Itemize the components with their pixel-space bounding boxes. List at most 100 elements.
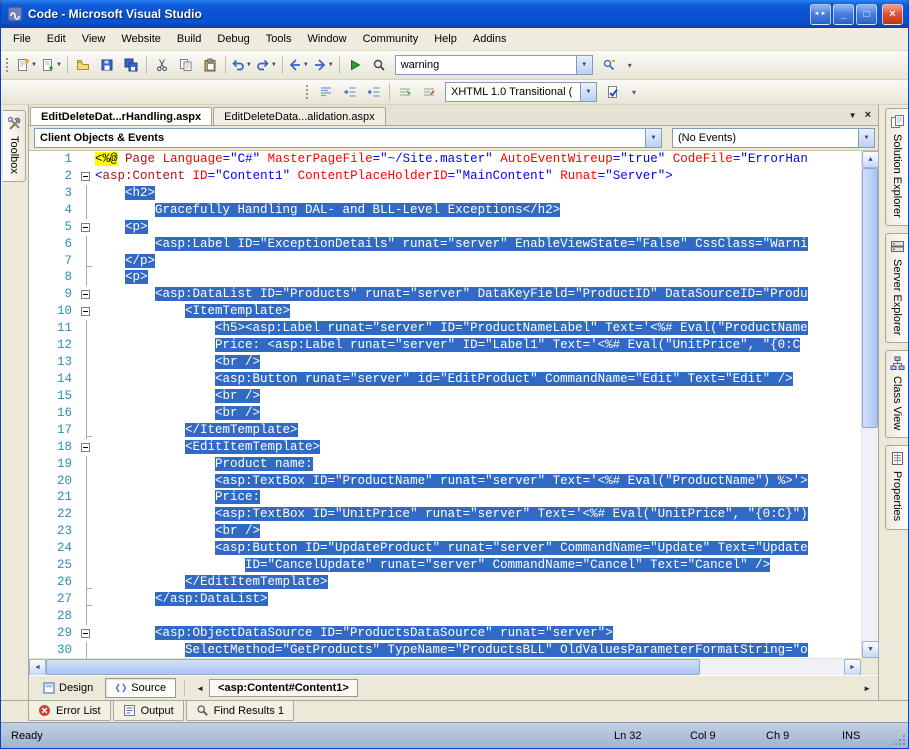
dock-tab-toolbox[interactable]: Toolbox (3, 110, 26, 182)
outlining-margin[interactable] (79, 607, 95, 625)
code-pane[interactable]: 1 <%@ Page Language="C#" MasterPageFile="… (29, 151, 861, 658)
menu-item-community[interactable]: Community (355, 30, 427, 48)
toolbar-overflow-button[interactable]: ▾ (623, 61, 637, 70)
scroll-up-button[interactable]: ▲ (862, 151, 879, 168)
tag-nav-left-button[interactable]: ◄ (193, 684, 207, 693)
code-line[interactable]: 8 <p> (29, 269, 861, 287)
code-line[interactable]: 23 <br /> (29, 523, 861, 541)
chevron-down-icon[interactable]: ▼ (575, 56, 592, 74)
outlining-margin[interactable] (79, 590, 95, 608)
window-close-button[interactable]: × (882, 3, 903, 25)
vertical-scrollbar[interactable]: ▲ ▼ (861, 151, 879, 658)
outlining-margin[interactable] (79, 168, 95, 185)
outlining-margin[interactable] (79, 269, 95, 287)
code-line[interactable]: 26 </EditItemTemplate> (29, 574, 861, 591)
check-page-validity-button[interactable] (601, 81, 625, 103)
menu-item-build[interactable]: Build (169, 30, 209, 48)
toolbar-grip[interactable] (305, 84, 309, 100)
menu-item-addins[interactable]: Addins (465, 30, 515, 48)
code-line[interactable]: 12 Price: <asp:Label runat="server" ID="… (29, 337, 861, 355)
scroll-right-button[interactable]: ► (844, 659, 861, 676)
code-line[interactable]: 18 <EditItemTemplate> (29, 439, 861, 456)
outlining-margin[interactable] (79, 184, 95, 202)
panel-tab-find-results-1[interactable]: Find Results 1 (185, 701, 294, 721)
panel-tab-error-list[interactable]: Error List (28, 701, 111, 721)
toolbar-grip[interactable] (5, 57, 9, 73)
chevron-down-icon[interactable]: ▼ (858, 129, 874, 147)
collapse-icon[interactable] (81, 307, 90, 317)
outlining-margin[interactable] (79, 387, 95, 405)
menu-item-debug[interactable]: Debug (209, 30, 257, 48)
format-document-button[interactable] (314, 81, 338, 103)
outlining-margin[interactable] (79, 219, 95, 236)
comment-button[interactable] (393, 81, 417, 103)
code-line[interactable]: 14 <asp:Button runat="server" id="EditPr… (29, 370, 861, 388)
code-line[interactable]: 1 <%@ Page Language="C#" MasterPageFile="… (29, 151, 861, 168)
horizontal-scroll-track[interactable] (46, 659, 844, 675)
menu-item-tools[interactable]: Tools (258, 30, 300, 48)
copy-button[interactable] (174, 54, 198, 76)
code-line[interactable]: 20 <asp:TextBox ID="ProductName" runat="… (29, 472, 861, 490)
uncomment-button[interactable] (417, 81, 441, 103)
document-tab[interactable]: EditDeleteData...alidation.aspx (213, 107, 386, 125)
code-line[interactable]: 5 <p> (29, 219, 861, 236)
outlining-margin[interactable] (79, 625, 95, 642)
outlining-margin[interactable] (79, 235, 95, 253)
save-button[interactable] (95, 54, 119, 76)
collapse-icon[interactable] (81, 222, 90, 232)
code-line[interactable]: 19 Product name: (29, 455, 861, 473)
code-line[interactable]: 3 <h2> (29, 184, 861, 202)
horizontal-scrollbar[interactable]: ◄ ► (29, 658, 878, 676)
save-all-button[interactable] (119, 54, 143, 76)
code-line[interactable]: 4 Gracefully Handling DAL- and BLL-Level… (29, 201, 861, 219)
code-line[interactable]: 21 Price: (29, 489, 861, 507)
tag-nav-right-button[interactable]: ► (860, 684, 874, 693)
code-line[interactable]: 22 <asp:TextBox ID="UnitPrice" runat="se… (29, 506, 861, 524)
dock-tab-server-explorer[interactable]: Server Explorer (885, 232, 908, 344)
outlining-margin[interactable] (79, 557, 95, 575)
outlining-margin[interactable] (79, 320, 95, 338)
toolbar-overflow-button[interactable]: ▾ (627, 88, 641, 97)
dock-tab-class-view[interactable]: Class View (885, 350, 908, 439)
tag-navigator-chip[interactable]: <asp:Content#Content1> (209, 679, 358, 697)
outlining-margin[interactable] (79, 523, 95, 541)
code-line[interactable]: 2 <asp:Content ID="Content1" ContentPlace… (29, 168, 861, 185)
cut-button[interactable] (150, 54, 174, 76)
collapse-icon[interactable] (81, 171, 90, 181)
code-line[interactable]: 9 <asp:DataList ID="Products" runat="ser… (29, 286, 861, 303)
code-line[interactable]: 27 </asp:DataList> (29, 590, 861, 608)
collapse-icon[interactable] (81, 628, 90, 638)
panel-tab-output[interactable]: Output (112, 701, 184, 721)
scroll-left-button[interactable]: ◄ (29, 659, 46, 676)
outlining-margin[interactable] (79, 404, 95, 422)
outlining-margin[interactable] (79, 574, 95, 591)
code-line[interactable]: 28 (29, 607, 861, 625)
outlining-margin[interactable] (79, 489, 95, 507)
decrease-indent-button[interactable] (362, 81, 386, 103)
redo-button[interactable]: ▼ (254, 54, 279, 76)
code-line[interactable]: 6 <asp:Label ID="ExceptionDetails" runat… (29, 235, 861, 253)
menu-item-edit[interactable]: Edit (39, 30, 74, 48)
navigate-backward-button[interactable]: ▼ (286, 54, 311, 76)
chevron-down-icon[interactable]: ▼ (580, 83, 596, 101)
outlining-margin[interactable] (79, 354, 95, 371)
outlining-margin[interactable] (79, 370, 95, 388)
menu-item-view[interactable]: View (74, 30, 114, 48)
outlining-margin[interactable] (79, 455, 95, 473)
menu-item-website[interactable]: Website (113, 30, 169, 48)
outlining-margin[interactable] (79, 472, 95, 490)
close-document-icon[interactable]: × (865, 109, 871, 121)
undo-button[interactable]: ▼ (229, 54, 254, 76)
code-line[interactable]: 7 </p> (29, 252, 861, 270)
collapse-icon[interactable] (81, 442, 90, 452)
outlining-margin[interactable] (79, 439, 95, 456)
outlining-margin[interactable] (79, 540, 95, 558)
start-debug-button[interactable] (343, 54, 367, 76)
outlining-margin[interactable] (79, 201, 95, 219)
dock-tab-properties[interactable]: Properties (885, 445, 908, 530)
code-line[interactable]: 10 <ItemTemplate> (29, 303, 861, 320)
vertical-scroll-track[interactable] (862, 168, 878, 641)
outlining-margin[interactable] (79, 286, 95, 303)
event-dropdown[interactable]: (No Events) ▼ (672, 128, 875, 148)
horizontal-scroll-thumb[interactable] (46, 659, 701, 675)
